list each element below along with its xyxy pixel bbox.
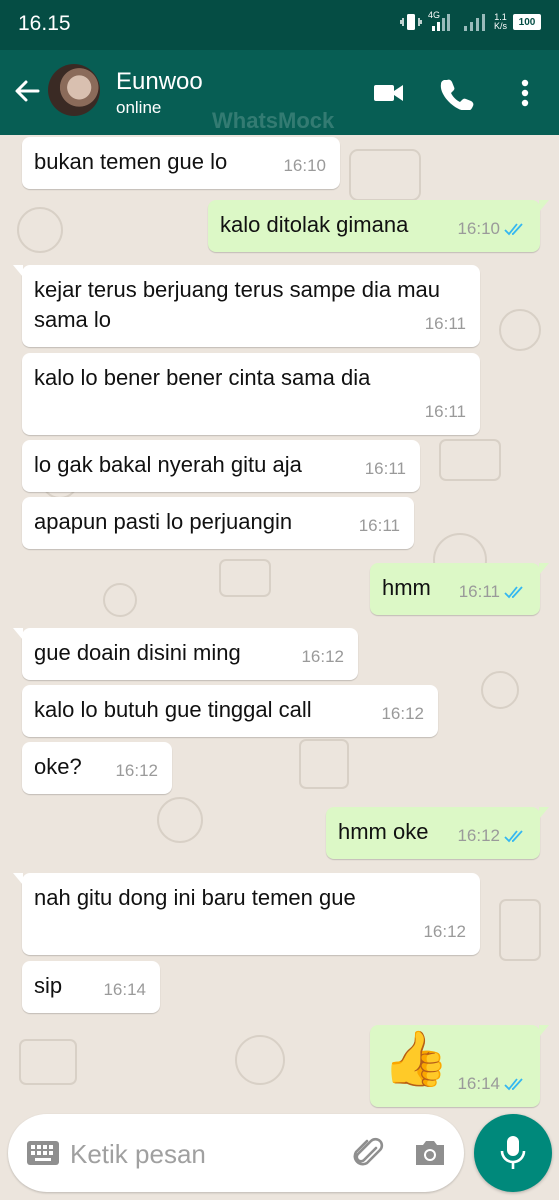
message-time: 16:11 <box>424 314 466 333</box>
video-call-icon[interactable] <box>372 76 406 110</box>
message-time: 16:12 <box>115 761 158 780</box>
message-text: apapun pasti lo perjuangin <box>34 509 293 534</box>
battery-icon: 100 <box>513 14 541 30</box>
message-in[interactable]: apapun pasti lo perjuangin 16:11 <box>22 497 414 549</box>
read-ticks-icon <box>504 830 523 843</box>
message-in[interactable]: lo gak bakal nyerah gitu aja 16:11 <box>22 440 420 492</box>
signal-bars-icon <box>463 14 485 31</box>
message-text: kalo lo butuh gue tinggal call <box>34 697 312 722</box>
message-text: nah gitu dong ini baru temen gue <box>34 885 356 910</box>
message-out-sticker[interactable]: 👍 16:14 <box>370 1025 549 1107</box>
contact-status: online <box>116 98 162 117</box>
read-ticks-icon <box>504 223 523 236</box>
message-text: kalo ditolak gimana <box>220 212 409 237</box>
message-in[interactable]: kalo lo bener bener cinta sama dia 16:11 <box>22 353 480 435</box>
message-time: 16:14 <box>457 1074 500 1093</box>
avatar[interactable] <box>48 64 100 116</box>
message-time: 16:11 <box>424 402 466 421</box>
phone-icon[interactable] <box>440 76 474 110</box>
message-input[interactable] <box>68 1128 342 1180</box>
keyboard-icon[interactable] <box>26 1140 60 1166</box>
message-time: 16:12 <box>457 826 500 845</box>
message-text: kejar terus berjuang terus sampe dia mau… <box>34 277 440 332</box>
message-time: 16:14 <box>103 980 146 999</box>
message-text: kalo lo bener bener cinta sama dia <box>34 365 371 390</box>
message-time: 16:11 <box>364 459 406 478</box>
message-in[interactable]: bukan temen gue lo 16:10 <box>22 137 340 189</box>
status-time: 16.15 <box>18 12 71 35</box>
message-in[interactable]: gue doain disini ming 16:12 <box>13 628 358 680</box>
message-in[interactable]: kalo lo butuh gue tinggal call 16:12 <box>22 685 438 737</box>
chat-header: Eunwoo online WhatsMock <box>0 50 559 135</box>
message-time: 16:12 <box>381 704 424 723</box>
camera-icon[interactable] <box>412 1136 448 1170</box>
message-in[interactable]: nah gitu dong ini baru temen gue 16:12 <box>13 873 480 955</box>
message-time: 16:10 <box>457 219 500 238</box>
message-out[interactable]: hmm 16:11 <box>370 563 549 615</box>
message-time: 16:11 <box>458 582 500 601</box>
read-ticks-icon <box>504 1078 523 1091</box>
message-text: gue doain disini ming <box>34 640 241 665</box>
message-text: bukan temen gue lo <box>34 149 228 174</box>
message-text: oke? <box>34 754 82 779</box>
attach-icon[interactable] <box>352 1136 386 1170</box>
message-out[interactable]: hmm oke 16:12 <box>326 807 549 859</box>
message-in[interactable]: kejar terus berjuang terus sampe dia mau… <box>13 265 480 347</box>
mic-button[interactable] <box>474 1114 552 1192</box>
vibrate-icon <box>400 14 422 30</box>
message-time: 16:12 <box>423 922 466 941</box>
contact-name[interactable]: Eunwoo <box>116 68 203 96</box>
message-in[interactable]: oke? 16:12 <box>22 742 172 794</box>
status-bar: 16.15 4G 1.1 K/s 100 <box>0 0 559 50</box>
watermark: WhatsMock <box>212 108 335 133</box>
message-text: hmm <box>382 575 431 600</box>
message-text: sip <box>34 973 63 998</box>
message-text: lo gak bakal nyerah gitu aja <box>34 452 302 477</box>
mic-icon <box>500 1136 526 1169</box>
read-ticks-icon <box>504 586 523 599</box>
signal-4g-icon: 4G <box>428 10 456 32</box>
message-composer <box>8 1114 464 1192</box>
message-text: hmm oke <box>338 819 429 844</box>
network-speed: 1.1 K/s <box>493 12 507 31</box>
status-icons: 4G 1.1 K/s 100 <box>400 10 541 32</box>
more-vertical-icon[interactable] <box>508 76 542 110</box>
message-time: 16:10 <box>283 156 326 175</box>
message-time: 16:11 <box>358 516 400 535</box>
message-time: 16:12 <box>301 647 344 666</box>
back-arrow-icon[interactable] <box>12 76 42 106</box>
message-out[interactable]: kalo ditolak gimana 16:10 <box>208 200 549 252</box>
thumbs-up-emoji: 👍 <box>382 1029 450 1089</box>
message-in[interactable]: sip 16:14 <box>22 961 160 1013</box>
